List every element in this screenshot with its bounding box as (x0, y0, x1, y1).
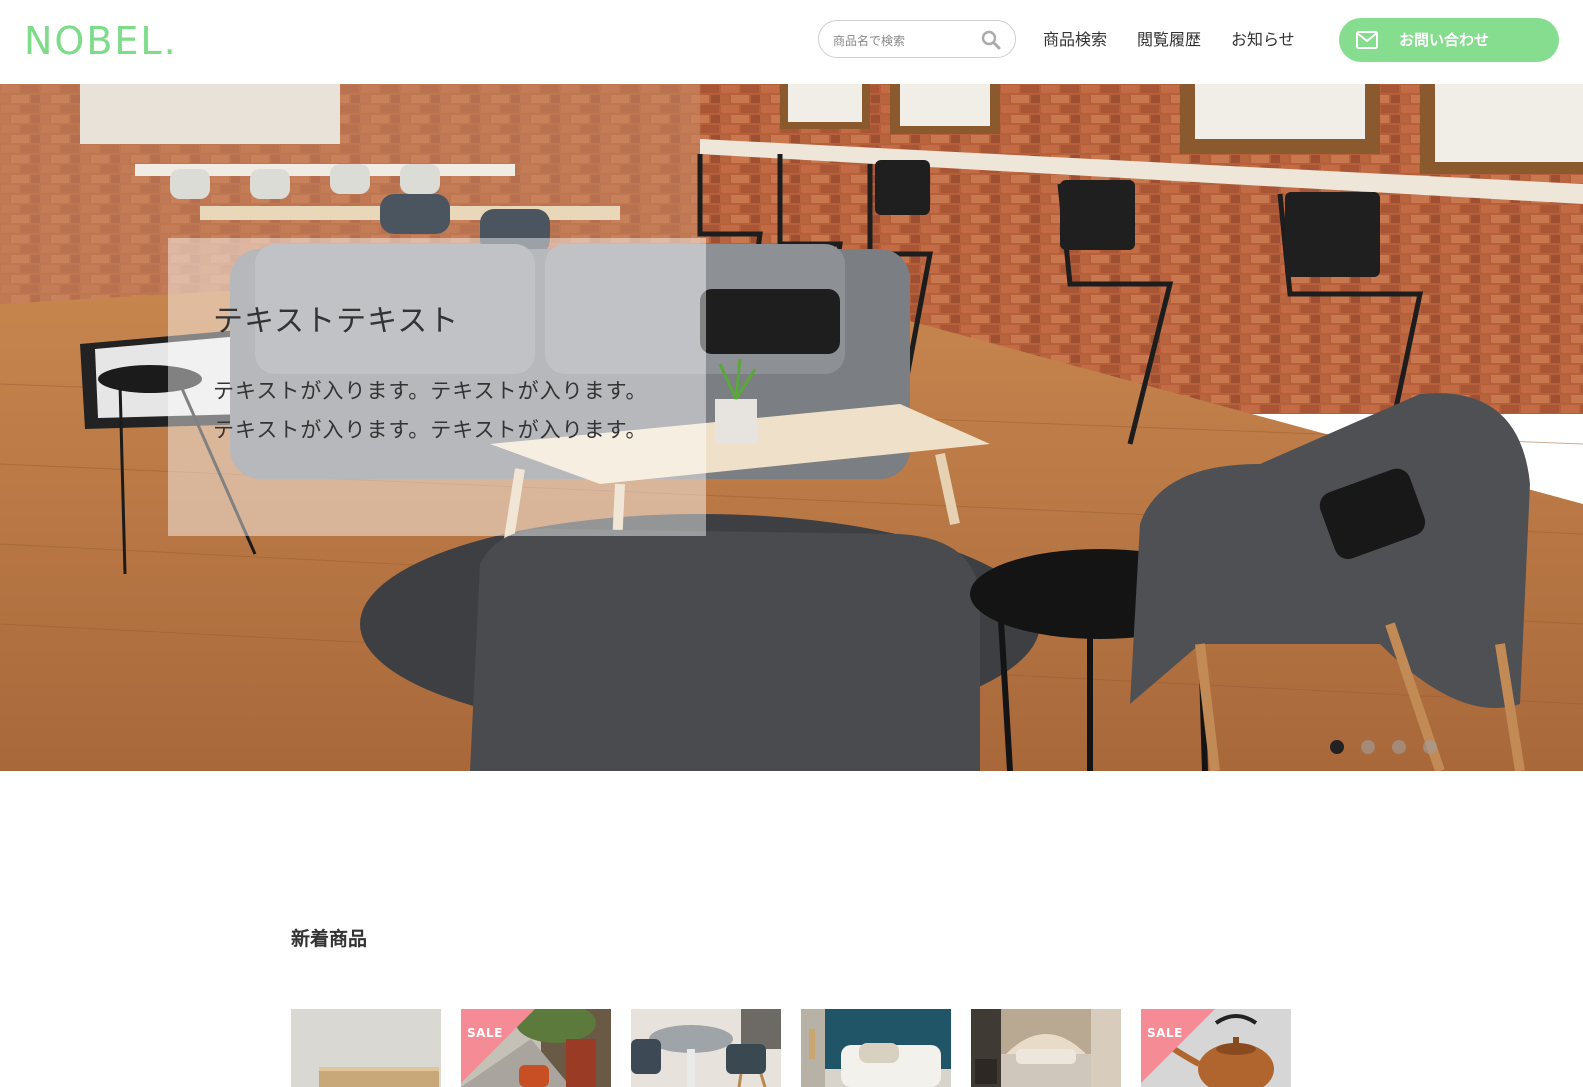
site-header: NOBEL. 商品検索 閲覧履歴 お知らせ お問い合わせ (0, 0, 1583, 84)
hero-description: テキストが入ります。テキストが入ります。 テキストが入ります。テキストが入ります… (213, 372, 693, 450)
sale-ribbon (1141, 1009, 1215, 1083)
search-icon[interactable] (981, 30, 1001, 50)
mail-icon (1356, 31, 1378, 49)
hero-title: テキストテキスト (213, 304, 460, 339)
product-image (291, 1009, 441, 1087)
new-arrivals-title: 新着商品 (291, 928, 368, 950)
contact-button-label: お問い合わせ (1399, 31, 1490, 49)
product-card[interactable] (971, 1009, 1121, 1087)
product-image (801, 1009, 951, 1087)
hero-caption-box: テキストテキスト テキストが入ります。テキストが入ります。 テキストが入ります。… (168, 238, 706, 536)
slide-dot-1[interactable] (1330, 740, 1344, 754)
product-card[interactable] (801, 1009, 951, 1087)
contact-button[interactable]: お問い合わせ (1339, 18, 1559, 62)
product-image (631, 1009, 781, 1087)
nav-product-search[interactable]: 商品検索 (1043, 28, 1107, 52)
search-input[interactable] (831, 29, 975, 53)
product-card[interactable]: SALE (461, 1009, 611, 1087)
nav-browsing-history[interactable]: 閲覧履歴 (1137, 28, 1201, 52)
site-logo[interactable]: NOBEL. (24, 18, 178, 64)
sale-label: SALE (467, 1026, 503, 1040)
nav-news[interactable]: お知らせ (1231, 28, 1295, 52)
product-card[interactable] (291, 1009, 441, 1087)
slide-dot-2[interactable] (1361, 740, 1375, 754)
hero-description-line2: テキストが入ります。テキストが入ります。 (213, 418, 648, 442)
product-card[interactable]: SALE (1141, 1009, 1291, 1087)
product-card[interactable] (631, 1009, 781, 1087)
search-box[interactable] (818, 20, 1016, 58)
hero-slider[interactable]: テキストテキスト テキストが入ります。テキストが入ります。 テキストが入ります。… (0, 84, 1583, 771)
slide-dot-4[interactable] (1423, 740, 1437, 754)
hero-description-line1: テキストが入ります。テキストが入ります。 (213, 379, 648, 403)
product-image (971, 1009, 1121, 1087)
sale-label: SALE (1147, 1026, 1183, 1040)
slide-dot-3[interactable] (1392, 740, 1406, 754)
sale-ribbon (461, 1009, 535, 1083)
